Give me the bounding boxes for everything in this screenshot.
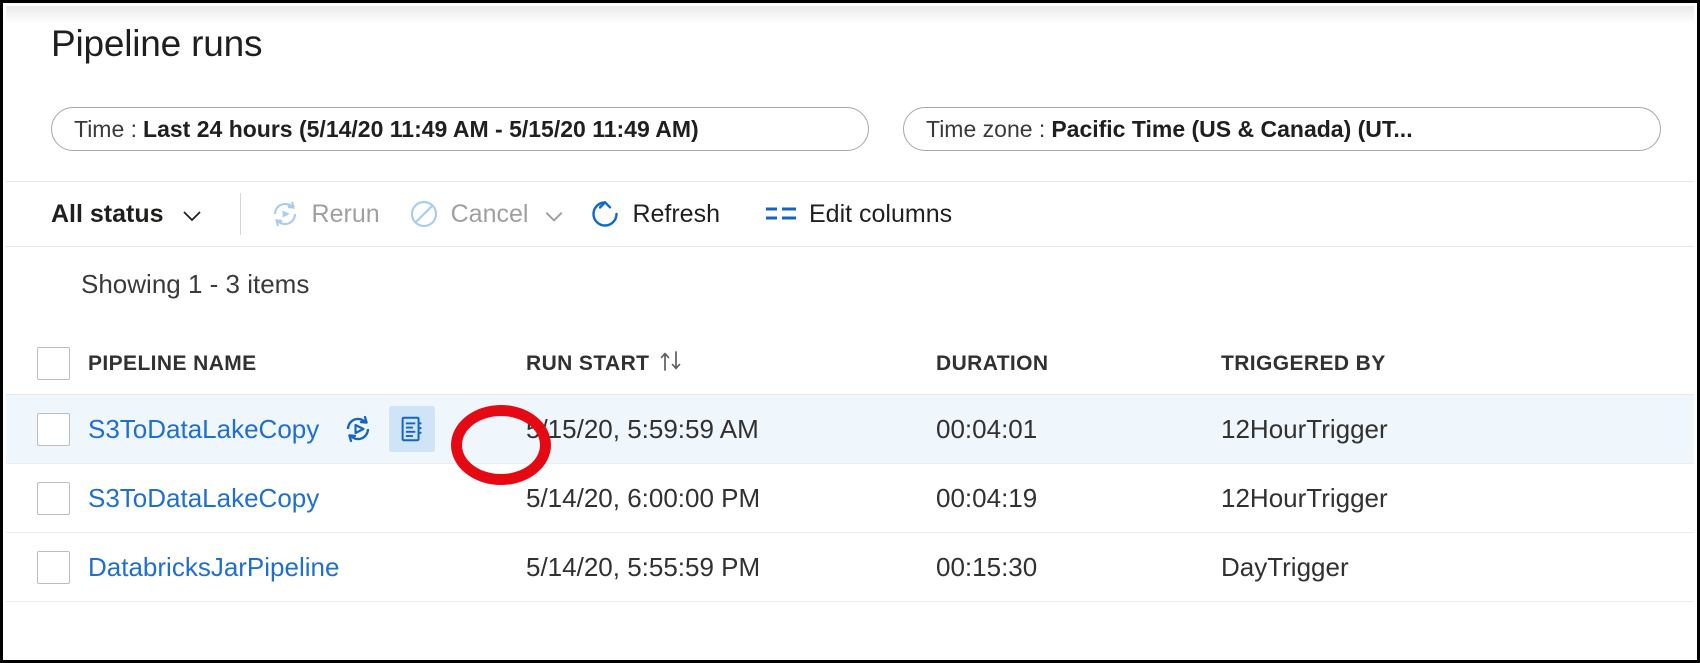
- cancel-icon: [408, 198, 440, 230]
- refresh-icon: [589, 198, 621, 230]
- showing-count-text: Showing 1 - 3 items: [81, 269, 309, 300]
- row-checkbox[interactable]: [37, 551, 70, 584]
- rerun-button[interactable]: Rerun: [255, 191, 394, 237]
- pipeline-name-link[interactable]: S3ToDataLakeCopy: [88, 414, 319, 445]
- table-header-row: PIPELINE NAME RUN START DURATION TRIGGER…: [6, 333, 1694, 395]
- row-checkbox[interactable]: [37, 413, 70, 446]
- row-select-cell: [6, 482, 88, 515]
- table-row[interactable]: S3ToDataLakeCopy: [6, 395, 1694, 464]
- column-header-duration[interactable]: DURATION: [936, 352, 1221, 376]
- duration-cell: 00:04:19: [936, 483, 1221, 514]
- duration-cell: 00:04:01: [936, 414, 1221, 445]
- run-start-cell: 5/14/20, 6:00:00 PM: [526, 483, 936, 514]
- time-filter-pill[interactable]: Time : Last 24 hours (5/14/20 11:49 AM -…: [51, 107, 869, 151]
- triggered-by-cell: DayTrigger: [1221, 552, 1694, 583]
- pipeline-name-cell: S3ToDataLakeCopy: [88, 406, 526, 452]
- row-actions: [335, 406, 435, 452]
- command-bar: All status Rerun: [6, 181, 1694, 247]
- chevron-down-icon: [182, 204, 202, 224]
- pipeline-name-link[interactable]: S3ToDataLakeCopy: [88, 483, 319, 514]
- time-filter-label: Time :: [74, 116, 137, 143]
- edit-columns-label: Edit columns: [809, 200, 952, 229]
- duration-cell: 00:15:30: [936, 552, 1221, 583]
- rerun-label: Rerun: [312, 200, 380, 229]
- timezone-filter-value: Pacific Time (US & Canada) (UT...: [1051, 116, 1412, 143]
- status-filter-label: All status: [51, 200, 164, 229]
- cancel-chevron-down-icon[interactable]: [543, 205, 561, 223]
- table-row[interactable]: S3ToDataLakeCopy 5/14/20, 6:00:00 PM 00:…: [6, 464, 1694, 533]
- consumption-report-icon[interactable]: [389, 406, 435, 452]
- pipeline-runs-table: PIPELINE NAME RUN START DURATION TRIGGER…: [6, 333, 1694, 602]
- toolbar-divider: [240, 193, 241, 235]
- select-all-checkbox[interactable]: [37, 347, 70, 380]
- pipeline-name-cell: DatabricksJarPipeline: [88, 552, 526, 583]
- cancel-label: Cancel: [451, 200, 529, 229]
- run-start-cell: 5/15/20, 5:59:59 AM: [526, 414, 936, 445]
- triggered-by-cell: 12HourTrigger: [1221, 414, 1694, 445]
- timezone-filter-label: Time zone :: [926, 116, 1045, 143]
- row-rerun-icon[interactable]: [335, 406, 381, 452]
- row-select-cell: [6, 413, 88, 446]
- edit-columns-icon: [764, 200, 798, 228]
- column-header-run-start-label: RUN START: [526, 352, 649, 376]
- rerun-icon: [269, 198, 301, 230]
- column-header-run-start[interactable]: RUN START: [526, 349, 936, 379]
- sort-arrows-icon[interactable]: [659, 349, 685, 379]
- row-checkbox[interactable]: [37, 482, 70, 515]
- pipeline-runs-screenshot: Pipeline runs Time : Last 24 hours (5/14…: [0, 0, 1700, 663]
- table-row[interactable]: DatabricksJarPipeline 5/14/20, 5:55:59 P…: [6, 533, 1694, 602]
- edit-columns-button[interactable]: Edit columns: [750, 191, 966, 237]
- select-all-cell: [6, 347, 88, 380]
- cancel-button[interactable]: Cancel: [394, 191, 576, 237]
- status-filter-dropdown[interactable]: All status: [51, 182, 202, 246]
- timezone-filter-pill[interactable]: Time zone : Pacific Time (US & Canada) (…: [903, 107, 1661, 151]
- window-top-gradient: [6, 6, 1694, 24]
- pipeline-name-cell: S3ToDataLakeCopy: [88, 483, 526, 514]
- column-header-pipeline-name[interactable]: PIPELINE NAME: [88, 352, 526, 376]
- triggered-by-cell: 12HourTrigger: [1221, 483, 1694, 514]
- row-select-cell: [6, 551, 88, 584]
- pipeline-name-link[interactable]: DatabricksJarPipeline: [88, 552, 339, 583]
- refresh-button[interactable]: Refresh: [575, 191, 734, 237]
- column-header-triggered-by[interactable]: TRIGGERED BY: [1221, 352, 1694, 376]
- time-filter-value: Last 24 hours (5/14/20 11:49 AM - 5/15/2…: [143, 116, 699, 143]
- page-title: Pipeline runs: [51, 23, 262, 65]
- run-start-cell: 5/14/20, 5:55:59 PM: [526, 552, 936, 583]
- refresh-label: Refresh: [632, 200, 720, 229]
